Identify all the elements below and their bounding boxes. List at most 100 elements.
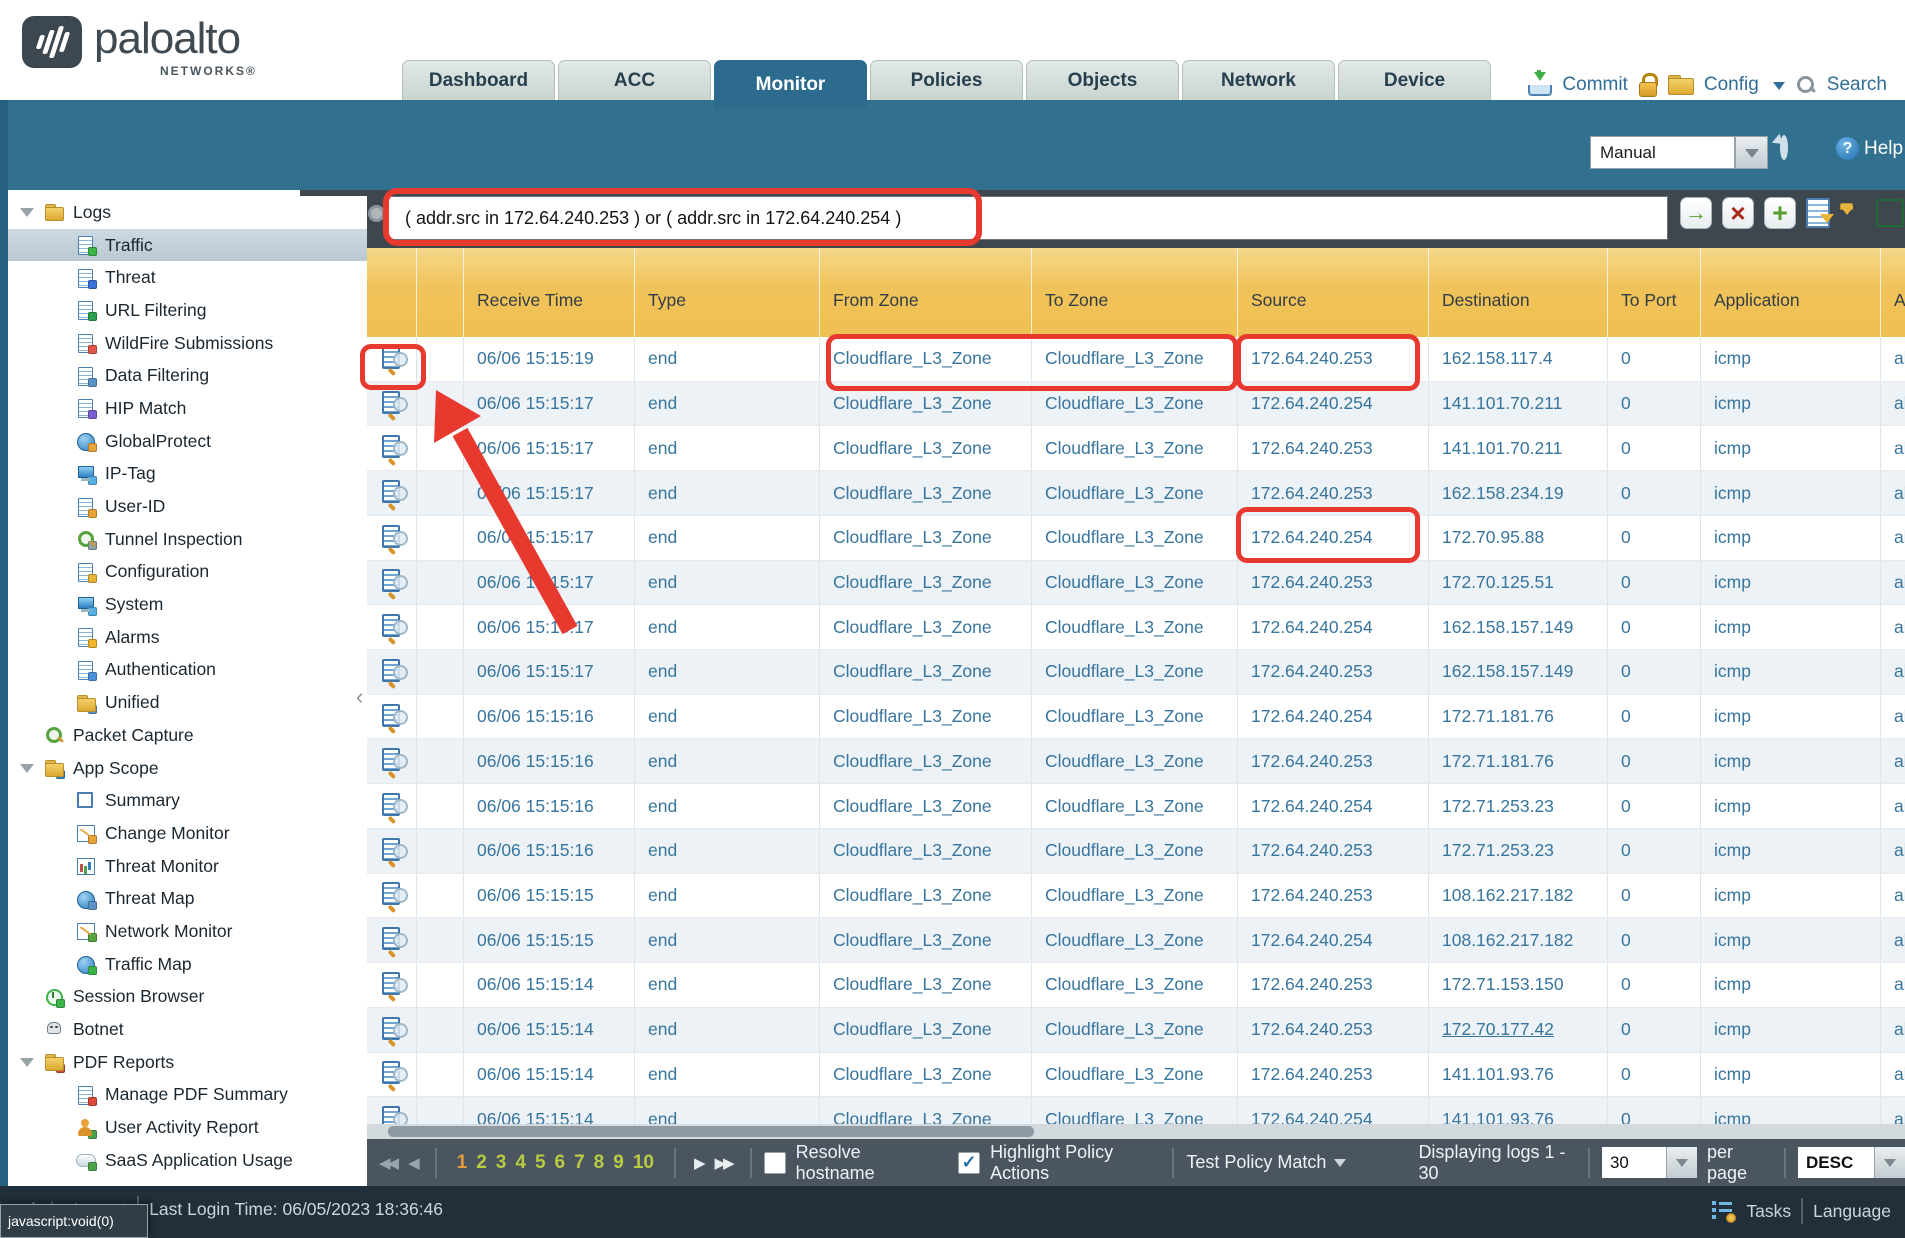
log-detail-icon[interactable] (382, 882, 408, 908)
refresh-mode-dropdown-button[interactable] (1735, 136, 1768, 169)
tab-policies[interactable]: Policies (870, 60, 1023, 101)
per-page-select[interactable]: 30 (1602, 1147, 1697, 1178)
sidebar-item-app-scope[interactable]: App Scope (8, 752, 367, 785)
sidebar-item-session-browser[interactable]: Session Browser (8, 981, 367, 1014)
sort-order-select[interactable]: DESC (1798, 1147, 1905, 1178)
column-header-application[interactable]: Application (1700, 248, 1880, 337)
cell-detail[interactable] (367, 471, 416, 515)
table-row[interactable]: 06/06 15:15:14endCloudflare_L3_ZoneCloud… (367, 1053, 1905, 1098)
tab-acc[interactable]: ACC (558, 60, 711, 101)
commit-link[interactable]: Commit (1562, 74, 1627, 96)
sidebar-item-url-filtering[interactable]: URL Filtering (8, 294, 367, 327)
cell-detail[interactable] (367, 516, 416, 560)
table-row[interactable]: 06/06 15:15:17endCloudflare_L3_ZoneCloud… (367, 471, 1905, 516)
log-detail-icon[interactable] (382, 525, 408, 551)
tab-dashboard[interactable]: Dashboard (402, 60, 555, 101)
cell-detail[interactable] (367, 695, 416, 739)
sidebar-item-configuration[interactable]: Configuration (8, 556, 367, 589)
table-row[interactable]: 06/06 15:15:15endCloudflare_L3_ZoneCloud… (367, 918, 1905, 963)
table-row[interactable]: 06/06 15:15:17endCloudflare_L3_ZoneCloud… (367, 426, 1905, 471)
table-row[interactable]: 06/06 15:15:17endCloudflare_L3_ZoneCloud… (367, 516, 1905, 561)
cell-detail[interactable] (367, 874, 416, 918)
sidebar-item-pdf-reports[interactable]: PDF Reports (8, 1046, 367, 1079)
sidebar-item-manage-pdf-summary[interactable]: Manage PDF Summary (8, 1079, 367, 1112)
cell-detail[interactable] (367, 1008, 416, 1052)
apply-filter-button[interactable]: → (1680, 197, 1712, 229)
per-page-dropdown-button[interactable] (1666, 1147, 1697, 1178)
log-detail-icon[interactable] (382, 927, 408, 953)
sidebar-item-globalprotect[interactable]: GlobalProtect (8, 425, 367, 458)
last-page-button[interactable]: ▶▶ (715, 1154, 732, 1172)
clear-filter-button[interactable]: × (1722, 197, 1754, 229)
sidebar-item-ip-tag[interactable]: IP-Tag (8, 458, 367, 491)
lock-icon[interactable] (1638, 73, 1658, 97)
help-icon[interactable]: ? (1836, 137, 1859, 160)
sidebar-item-data-filtering[interactable]: Data Filtering (8, 359, 367, 392)
table-row[interactable]: 06/06 15:15:16endCloudflare_L3_ZoneCloud… (367, 739, 1905, 784)
column-header-receive_time[interactable]: Receive Time (463, 248, 634, 337)
cell-detail[interactable] (367, 650, 416, 694)
next-page-button[interactable]: ▶ (694, 1154, 703, 1172)
sidebar-item-logs[interactable]: Logs (8, 196, 367, 229)
log-detail-icon[interactable] (382, 391, 408, 417)
tree-expander-icon[interactable] (20, 764, 34, 780)
sidebar-item-unified[interactable]: Unified (8, 686, 367, 719)
log-detail-icon[interactable] (382, 748, 408, 774)
sidebar-item-summary[interactable]: Summary (8, 784, 367, 817)
table-row[interactable]: 06/06 15:15:16endCloudflare_L3_ZoneCloud… (367, 784, 1905, 829)
cell-detail[interactable] (367, 1097, 416, 1124)
column-header-from_zone[interactable]: From Zone (819, 248, 1031, 337)
log-detail-icon[interactable] (382, 1061, 408, 1087)
cell-detail[interactable] (367, 784, 416, 828)
sidebar-item-threat-monitor[interactable]: Threat Monitor (8, 850, 367, 883)
table-row[interactable]: 06/06 15:15:14endCloudflare_L3_ZoneCloud… (367, 963, 1905, 1008)
tab-network[interactable]: Network (1182, 60, 1335, 101)
log-filter-input[interactable] (388, 196, 1668, 240)
page-number-7[interactable]: 7 (574, 1152, 585, 1174)
cell-detail[interactable] (367, 605, 416, 649)
cell-detail[interactable] (367, 739, 416, 783)
sidebar-item-botnet[interactable]: Botnet (8, 1013, 367, 1046)
page-number-9[interactable]: 9 (613, 1152, 624, 1174)
save-filter-icon[interactable] (1806, 198, 1830, 228)
sidebar-item-system[interactable]: System (8, 588, 367, 621)
page-number-1[interactable]: 1 (457, 1152, 468, 1174)
sidebar-item-wildfire-submissions[interactable]: WildFire Submissions (8, 327, 367, 360)
log-detail-icon[interactable] (382, 1017, 408, 1043)
sidebar-item-user-id[interactable]: User-ID (8, 490, 367, 523)
tab-objects[interactable]: Objects (1026, 60, 1179, 101)
page-number-2[interactable]: 2 (476, 1152, 487, 1174)
tasks-link[interactable]: Tasks (1746, 1201, 1791, 1222)
sidebar-item-user-activity-report[interactable]: User Activity Report (8, 1111, 367, 1144)
log-detail-icon[interactable] (382, 614, 408, 640)
page-number-8[interactable]: 8 (594, 1152, 605, 1174)
table-row[interactable]: 06/06 15:15:15endCloudflare_L3_ZoneCloud… (367, 874, 1905, 919)
page-number-6[interactable]: 6 (555, 1152, 566, 1174)
table-row[interactable]: 06/06 15:15:17endCloudflare_L3_ZoneCloud… (367, 605, 1905, 650)
table-row[interactable]: 06/06 15:15:14endCloudflare_L3_ZoneCloud… (367, 1097, 1905, 1124)
sidebar-item-change-monitor[interactable]: Change Monitor (8, 817, 367, 850)
table-row[interactable]: 06/06 15:15:17endCloudflare_L3_ZoneCloud… (367, 382, 1905, 427)
cell-detail[interactable] (367, 1053, 416, 1097)
sidebar-item-network-monitor[interactable]: Network Monitor (8, 915, 367, 948)
highlight-policy-actions-checkbox[interactable] (958, 1152, 980, 1174)
first-page-button[interactable]: ◀◀ (379, 1154, 396, 1172)
column-header-destination[interactable]: Destination (1428, 248, 1607, 337)
log-detail-icon[interactable] (382, 435, 408, 461)
sidebar-item-tunnel-inspection[interactable]: Tunnel Inspection (8, 523, 367, 556)
config-link[interactable]: Config (1704, 74, 1759, 96)
cell-detail[interactable] (367, 561, 416, 605)
resolve-hostname-checkbox[interactable] (764, 1152, 786, 1174)
column-header-detail[interactable] (367, 248, 416, 337)
sidebar-collapse-handle[interactable]: ‹ (356, 684, 363, 710)
sidebar-item-threat[interactable]: Threat (8, 261, 367, 294)
page-number-10[interactable]: 10 (633, 1152, 654, 1174)
refresh-mode-select[interactable]: Manual (1590, 136, 1735, 169)
log-detail-icon[interactable] (382, 480, 408, 506)
horizontal-scrollbar-thumb[interactable] (388, 1126, 1034, 1137)
config-chevron-icon[interactable] (1773, 82, 1785, 96)
table-row[interactable]: 06/06 15:15:19endCloudflare_L3_ZoneCloud… (367, 337, 1905, 382)
log-detail-icon[interactable] (382, 1106, 408, 1124)
page-number-5[interactable]: 5 (535, 1152, 546, 1174)
log-detail-icon[interactable] (382, 838, 408, 864)
